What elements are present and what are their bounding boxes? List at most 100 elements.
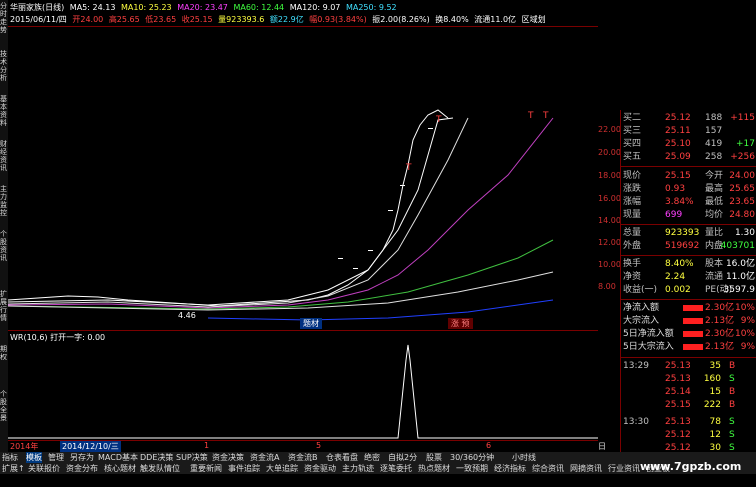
price-tick: 12.00 <box>598 238 621 247</box>
ma60-line <box>8 239 554 310</box>
stat-row: 总量 923393 量比 1.30 <box>623 228 755 238</box>
tb-save-as[interactable]: 另存为 <box>70 452 94 463</box>
low-mark-label: 4.46 <box>178 311 196 320</box>
price-tick: 20.00 <box>598 148 621 157</box>
tb-position[interactable]: 仓表看盘 <box>326 452 358 463</box>
flow-row: 5日大宗流入 2.13亿 9% <box>623 342 755 352</box>
stat-row: 收益(一) 0.002 PE(动) 3597.9 <box>623 285 755 295</box>
cursor-date: 2014/12/10/三 <box>60 441 121 452</box>
tb-secret[interactable]: 绝密 <box>364 452 380 463</box>
tick-row: 13:29 25.13 35 B <box>623 361 736 371</box>
indicator-header: WR(10,6) 打开一字: 0.00 <box>10 332 105 343</box>
tb-indicator[interactable]: 指标 <box>2 452 18 463</box>
bid-row: 买四 25.10 419 +17 <box>623 139 755 149</box>
tb2-fund-dist[interactable]: 资金分布 <box>66 463 98 474</box>
left-tab-strip: 分时走势 技术分析 基本资料 财经资讯 主力监控 个股资讯 扩展行情 期权 个股… <box>0 0 8 452</box>
flow-row: 5日净流入额 2.30亿 10% <box>623 329 755 339</box>
stat-row: 涨幅 3.84% 最低 23.65 <box>623 197 755 207</box>
tb2-related[interactable]: 关联报价 <box>28 463 60 474</box>
quote-panel: 买二 25.12 188 +115 买三 25.11 157 买四 25.10 419 +17 … <box>620 110 756 453</box>
tab-main-force[interactable]: 主力监控 <box>0 185 8 217</box>
tab-options[interactable]: 期权 <box>0 345 8 361</box>
tick-row: 13:30 25.13 78 S <box>623 417 735 427</box>
stat-row: 现量 699 均价 24.80 <box>623 210 755 220</box>
tb2-core-theme[interactable]: 核心题材 <box>104 463 136 474</box>
svg-text:T: T <box>435 115 442 125</box>
date-bar: 2014年 2014/12/10/三 1 5 6 日线 <box>8 440 606 462</box>
tab-finance-news[interactable]: 财经资讯 <box>0 140 8 172</box>
tab-panorama[interactable]: 个股全景 <box>0 390 8 422</box>
tb-sup[interactable]: SUP决策 <box>176 452 208 463</box>
tb2-hot-theme[interactable]: 热点题材 <box>418 463 450 474</box>
price-tick: 22.00 <box>598 125 621 134</box>
tab-extended[interactable]: 扩展行情 <box>0 290 8 322</box>
date-tick: 5 <box>316 441 322 450</box>
tb2-big-order[interactable]: 大单追踪 <box>266 463 298 474</box>
tick-row: 25.12 12 S <box>665 430 735 440</box>
flow-row: 大宗流入 2.13亿 9% <box>623 316 755 326</box>
tb2-fund-drive[interactable]: 资金驱动 <box>304 463 336 474</box>
tb2-expand[interactable]: 扩展↑ <box>2 463 25 474</box>
tb2-order[interactable]: 逐笔委托 <box>380 463 412 474</box>
price-tick: 18.00 <box>598 171 621 180</box>
bid-row: 买二 25.12 188 +115 <box>623 113 755 123</box>
stat-row: 现价 25.15 今开 24.00 <box>623 171 755 181</box>
tb-minutes[interactable]: 30/360分钟 <box>450 452 494 463</box>
price-tick: 10.00 <box>598 260 621 269</box>
tab-stock-news[interactable]: 个股资讯 <box>0 230 8 262</box>
tb-template[interactable]: 模板 <box>26 452 42 463</box>
candles <box>8 109 449 307</box>
tb-manage[interactable]: 管理 <box>48 452 64 463</box>
price-tick: 16.00 <box>598 194 621 203</box>
stat-row: 净资 2.24 流通 11.0亿 <box>623 272 755 282</box>
tb-fund-decision[interactable]: 资金决策 <box>212 452 244 463</box>
tb2-economy[interactable]: 经济指标 <box>494 463 526 474</box>
tick-row: 25.15 222 B <box>665 400 736 410</box>
ma10-line <box>8 117 469 308</box>
ma5-line <box>8 117 454 306</box>
tb2-news[interactable]: 重要新闻 <box>190 463 222 474</box>
tb-custom2[interactable]: 自拟2分 <box>388 452 417 463</box>
tick-row: 25.14 15 B <box>665 387 736 397</box>
date-year: 2014年 <box>10 442 39 451</box>
price-tick: 14.00 <box>598 216 621 225</box>
date-tick: 6 <box>486 441 492 450</box>
stat-row: 换手 8.40% 股本 16.0亿 <box>623 259 755 269</box>
tb2-web[interactable]: 网摘资讯 <box>570 463 602 474</box>
tb2-event[interactable]: 事件追踪 <box>228 463 260 474</box>
tb-fund-b[interactable]: 资金流B <box>288 452 318 463</box>
stat-row: 涨跌 0.93 最高 25.65 <box>623 184 755 194</box>
svg-text:T: T <box>405 163 412 173</box>
indicator-name[interactable]: WR(10,6) <box>10 333 48 342</box>
tb2-composite[interactable]: 综合资讯 <box>532 463 564 474</box>
tab-intraday[interactable]: 分时走势 <box>0 2 8 34</box>
tab-fundamentals[interactable]: 基本资料 <box>0 95 8 127</box>
price-axis: 22.00 20.00 18.00 16.00 14.00 12.00 10.0… <box>598 0 621 440</box>
event-marker[interactable]: 涨 预 <box>448 318 473 329</box>
date-tick: 1 <box>204 441 210 450</box>
tb-dde[interactable]: DDE决策 <box>140 452 173 463</box>
tb2-industry[interactable]: 行业资讯 <box>608 463 640 474</box>
tb-macd[interactable]: MACD基本 <box>98 452 138 463</box>
tb-stock[interactable]: 股票 <box>426 452 442 463</box>
stat-row: 外盘 519692 内盘 403701 <box>623 241 755 251</box>
svg-text:T: T <box>527 111 534 121</box>
watermark-text: www.7gpzb.com <box>640 460 742 473</box>
wr-line <box>8 344 598 439</box>
tb2-trigger[interactable]: 触发队情位 <box>140 463 180 474</box>
svg-text:T: T <box>542 111 549 121</box>
bid-row: 买五 25.09 258 +256 <box>623 152 755 162</box>
theme-marker[interactable]: 题材 <box>300 318 322 329</box>
kline-chart[interactable]: TT T T 4.46 <box>8 0 598 440</box>
indicator-label: 打开一字: 0.00 <box>50 333 106 342</box>
price-tick: 8.00 <box>598 282 616 291</box>
tab-technical[interactable]: 技术分析 <box>0 50 8 82</box>
tb2-main-track[interactable]: 主力轨迹 <box>342 463 374 474</box>
tb-fund-a[interactable]: 资金流A <box>250 452 279 463</box>
flow-row: 净流入额 2.30亿 10% <box>623 303 755 313</box>
tick-row: 25.13 160 S <box>665 374 735 384</box>
ma20-line <box>8 117 554 309</box>
tb-hour[interactable]: 小时线 <box>512 452 536 463</box>
footer: www.7gpzb.com <box>0 460 756 487</box>
tb2-forecast[interactable]: 一致预期 <box>456 463 488 474</box>
